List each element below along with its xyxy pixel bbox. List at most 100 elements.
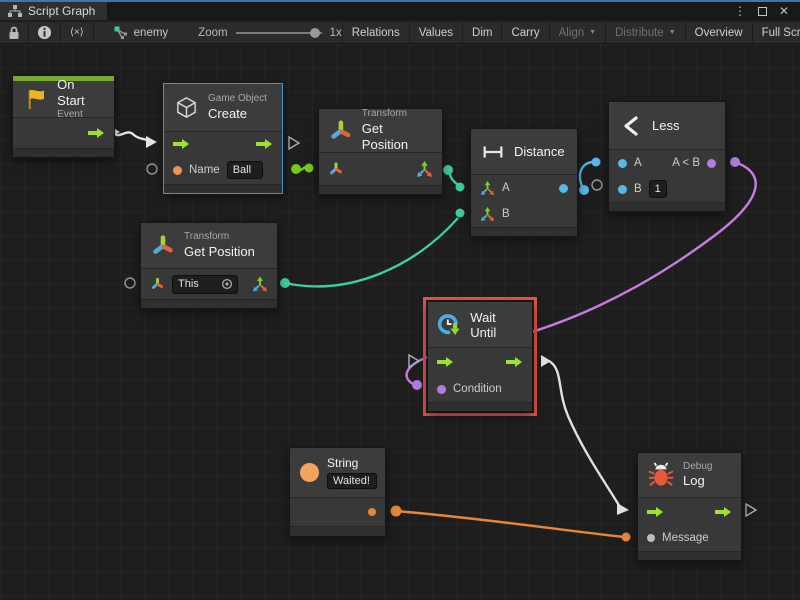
flow-in-port[interactable]: [647, 506, 664, 518]
node-footer: [290, 526, 385, 536]
node-footer: [428, 402, 532, 411]
node-category: Game Object: [208, 93, 267, 106]
toolbar: ⟨×⟩ enemy Zoom 1x Relations Values Dim C…: [0, 22, 800, 44]
condition-input-port[interactable]: [437, 385, 446, 394]
wire-distance-less[interactable]: [580, 162, 594, 190]
info-button[interactable]: [29, 22, 61, 43]
unconnected-flow-in-waituntil[interactable]: [409, 355, 419, 367]
close-icon[interactable]: ✕: [776, 3, 792, 19]
full-screen-button[interactable]: Full Screen: [753, 22, 800, 43]
wire-start-cap: [541, 355, 551, 367]
unconnected-input-getposition-this[interactable]: [125, 278, 135, 288]
node-title: Wait Until: [470, 310, 524, 340]
node-footer: [13, 148, 114, 157]
variables-icon: ⟨×⟩: [70, 27, 84, 38]
node-title: Create: [208, 106, 267, 122]
flow-out-port[interactable]: [715, 506, 732, 518]
unconnected-flow-out-debuglog[interactable]: [746, 504, 756, 516]
result-label: A < B: [672, 157, 700, 169]
node-less[interactable]: Less A A < B B: [608, 101, 726, 212]
vector3-output-port[interactable]: [416, 161, 433, 178]
zoom-slider[interactable]: [236, 32, 322, 34]
tab-title: Script Graph: [28, 4, 95, 18]
wire-string-debuglog[interactable]: [396, 511, 624, 537]
overview-button[interactable]: Overview: [686, 22, 753, 43]
info-icon: [37, 25, 52, 40]
node-debug-log[interactable]: Debug Log Message: [637, 452, 742, 561]
unconnected-flow-out-create[interactable]: [289, 137, 299, 149]
node-footer: [141, 299, 277, 308]
node-wait-until[interactable]: Wait Until Condition: [427, 301, 533, 412]
transform-input-port[interactable]: [150, 276, 165, 292]
dim-button[interactable]: Dim: [463, 22, 502, 43]
port-label: A: [634, 157, 642, 169]
a-input-port[interactable]: [618, 159, 627, 168]
wire-onstart-create[interactable]: [112, 132, 149, 141]
node-get-position-top[interactable]: Transform Get Position: [318, 108, 443, 195]
node-title: Get Position: [184, 244, 255, 260]
result-output-port[interactable]: [559, 184, 568, 193]
unconnected-input-less-b[interactable]: [592, 180, 602, 190]
flow-out-port[interactable]: [506, 356, 523, 368]
maximize-icon[interactable]: [754, 3, 770, 19]
result-output-port[interactable]: [707, 159, 716, 168]
unity-script-graph-window: Script Graph ⋮ ✕ ⟨×⟩: [0, 0, 800, 600]
bug-icon: [648, 462, 674, 488]
transform-icon: [329, 119, 353, 143]
distribute-dropdown[interactable]: Distribute▼: [606, 22, 686, 43]
flow-out-port[interactable]: [88, 127, 105, 139]
wire-waituntil-debuglog[interactable]: [549, 361, 620, 507]
vector3-output-port[interactable]: [252, 276, 268, 293]
node-footer: [638, 551, 741, 560]
graph-variables-button[interactable]: ⟨×⟩: [61, 22, 94, 43]
port-label: A: [502, 182, 510, 194]
vector3-input-port[interactable]: [480, 207, 495, 222]
graph-name: enemy: [134, 27, 169, 39]
port-label: Message: [662, 532, 709, 544]
relations-button[interactable]: Relations: [343, 22, 410, 43]
graph-breadcrumb[interactable]: enemy: [114, 22, 169, 43]
kebab-menu-icon[interactable]: ⋮: [732, 3, 748, 19]
lock-button[interactable]: [0, 22, 29, 43]
carry-button[interactable]: Carry: [502, 22, 549, 43]
node-footer: [164, 184, 282, 193]
tab-script-graph[interactable]: Script Graph: [0, 2, 107, 20]
zoom-label: Zoom: [198, 27, 227, 39]
b-value-field[interactable]: [649, 180, 667, 198]
string-icon: [300, 463, 319, 482]
transform-input-port[interactable]: [328, 161, 344, 177]
wire-getposition-distance-a[interactable]: [448, 170, 459, 186]
vector3-input-port[interactable]: [480, 181, 495, 196]
node-title: On Start: [57, 77, 104, 110]
node-subtitle: Event: [57, 109, 104, 122]
flow-in-port[interactable]: [437, 356, 454, 368]
unconnected-input-create-name[interactable]: [147, 164, 157, 174]
node-string[interactable]: String: [289, 447, 386, 537]
string-value-field[interactable]: [327, 473, 377, 489]
graph-canvas[interactable]: On Start Event Game Object Create: [0, 44, 800, 600]
wire-create-getposition[interactable]: [296, 167, 309, 170]
flag-icon: [23, 86, 48, 112]
target-field[interactable]: [173, 277, 221, 291]
node-get-position-bottom[interactable]: Transform Get Position: [140, 222, 278, 309]
zoom-slider-handle[interactable]: [310, 28, 320, 38]
name-input-port[interactable]: [173, 166, 182, 175]
node-category: Transform: [184, 231, 255, 244]
align-dropdown[interactable]: Align▼: [550, 22, 607, 43]
flow-in-port[interactable]: [173, 138, 190, 150]
message-input-port[interactable]: [647, 534, 655, 542]
string-output-port[interactable]: [368, 508, 376, 516]
values-button[interactable]: Values: [410, 22, 463, 43]
node-distance[interactable]: Distance A B: [470, 128, 578, 237]
distance-icon: [481, 144, 505, 160]
b-input-port[interactable]: [618, 185, 627, 194]
flow-out-port[interactable]: [256, 138, 273, 150]
node-create[interactable]: Game Object Create Name: [163, 83, 283, 194]
node-footer: [319, 185, 442, 194]
port-label: Name: [189, 164, 220, 176]
object-picker-icon[interactable]: [221, 278, 233, 290]
node-on-start[interactable]: On Start Event: [12, 75, 115, 158]
wire-getposition-distance-b[interactable]: [285, 218, 458, 286]
name-field[interactable]: [227, 161, 263, 179]
chevron-down-icon: ▼: [669, 29, 676, 36]
